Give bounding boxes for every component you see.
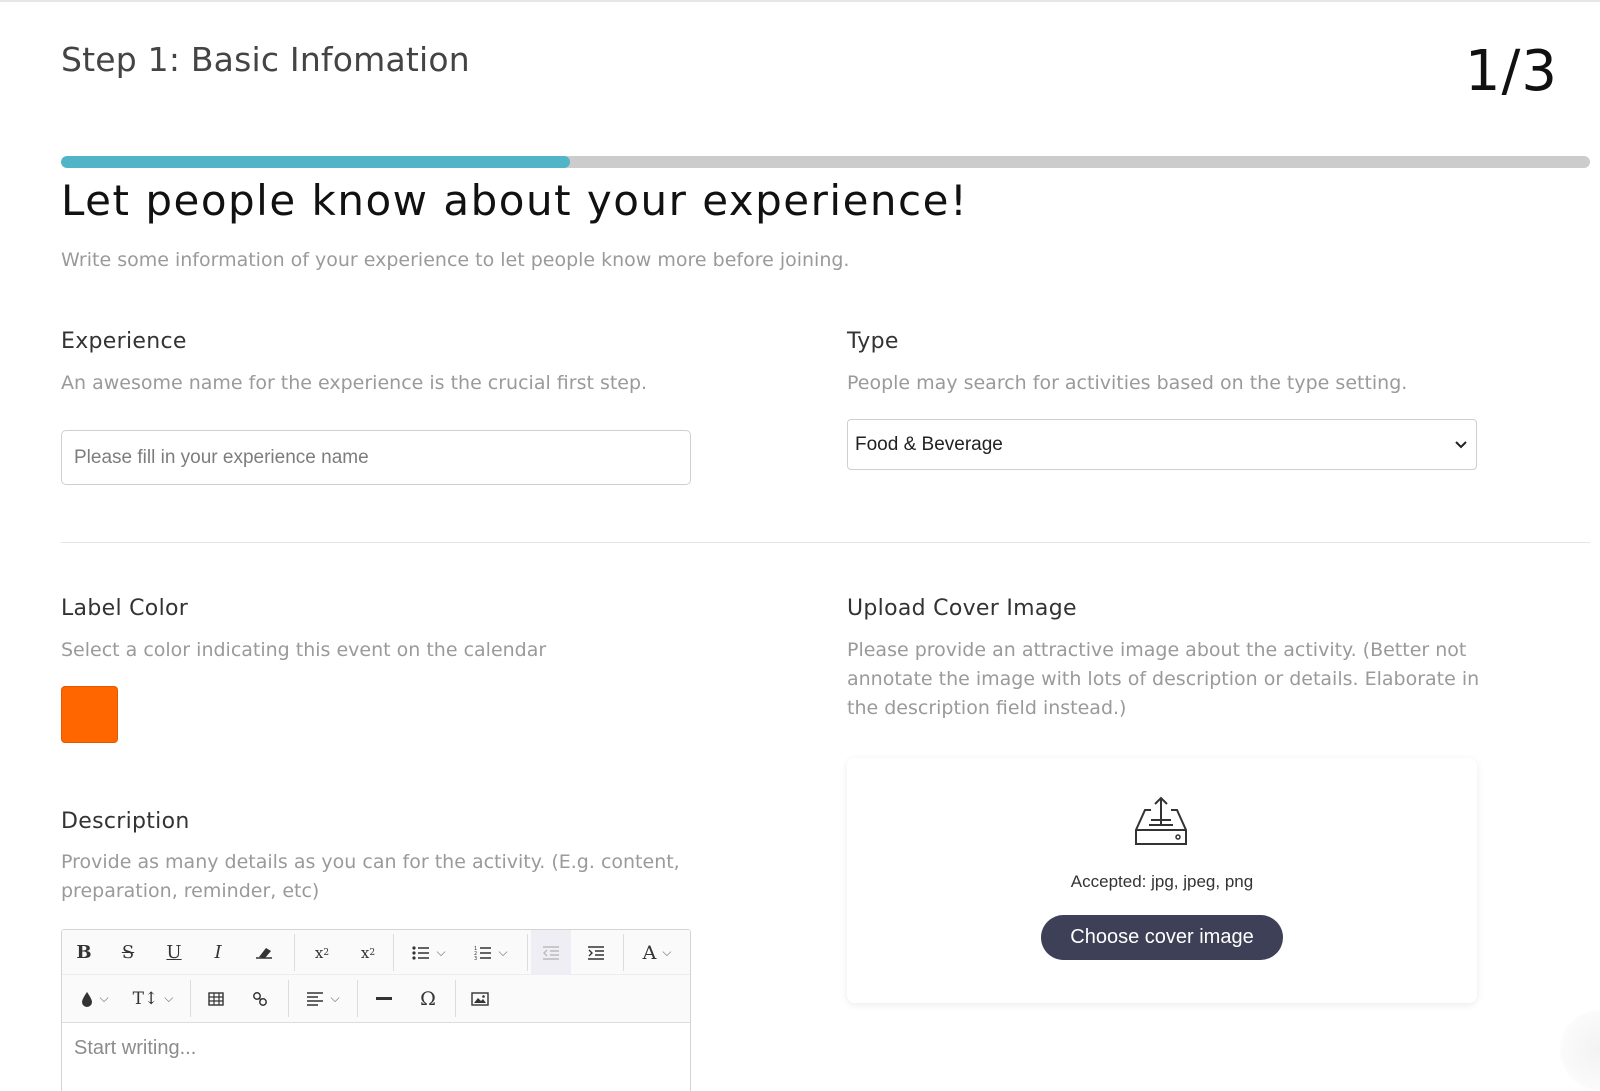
section-divider — [61, 542, 1590, 543]
type-hint: People may search for activities based o… — [847, 372, 1408, 394]
strikethrough-icon[interactable]: S — [114, 930, 142, 975]
step-counter: 1/3 — [1464, 39, 1558, 104]
table-icon[interactable] — [200, 976, 232, 1021]
bullet-list-icon[interactable]: ⌵ — [406, 930, 452, 975]
experience-hint: An awesome name for the experience is th… — [61, 372, 648, 394]
top-border — [0, 0, 1600, 2]
eraser-icon[interactable] — [248, 930, 280, 975]
experience-name-input[interactable] — [61, 430, 691, 485]
subscript-icon[interactable]: x2 — [352, 930, 384, 975]
step-title: Step 1: Basic Infomation — [61, 40, 470, 79]
page-subheading: Write some information of your experienc… — [61, 249, 850, 271]
choose-cover-image-button[interactable]: Choose cover image — [1041, 915, 1283, 960]
experience-label: Experience — [61, 329, 187, 354]
progress-fill — [61, 156, 571, 168]
font-color-icon[interactable]: A ⌵ — [632, 930, 682, 975]
description-editor: B S U I x2 x2 ⌵ 123 ⌵ A ⌵ ⌵ T↕ ⌵ ⌵ Ω Sta… — [61, 929, 691, 1091]
description-hint: Provide as many details as you can for t… — [61, 851, 680, 902]
fill-color-icon[interactable]: ⌵ — [72, 976, 118, 1021]
upload-cover-hint: Please provide an attractive image about… — [847, 639, 1480, 719]
outdent-icon[interactable] — [531, 930, 571, 975]
type-label: Type — [847, 329, 899, 354]
image-icon[interactable] — [464, 976, 496, 1021]
superscript-icon[interactable]: x2 — [306, 930, 338, 975]
chevron-down-icon — [1453, 437, 1469, 453]
label-color-hint: Select a color indicating this event on … — [61, 639, 547, 661]
italic-icon[interactable]: I — [204, 930, 232, 975]
corner-shadow — [1560, 1010, 1600, 1090]
label-color-label: Label Color — [61, 596, 189, 621]
accepted-formats: Accepted: jpg, jpeg, png — [1070, 872, 1254, 891]
label-color-swatch[interactable] — [61, 686, 118, 743]
bold-icon[interactable]: B — [70, 930, 98, 975]
font-size-icon[interactable]: T↕ ⌵ — [128, 976, 178, 1021]
editor-toolbar: B S U I x2 x2 ⌵ 123 ⌵ A ⌵ ⌵ T↕ ⌵ ⌵ Ω — [62, 930, 690, 1023]
svg-text:3: 3 — [474, 956, 477, 961]
align-icon[interactable]: ⌵ — [298, 976, 348, 1021]
description-label: Description — [61, 809, 190, 834]
upload-cover-label: Upload Cover Image — [847, 596, 1077, 621]
editor-content-area[interactable]: Start writing... — [62, 1023, 690, 1091]
page-heading: Let people know about your experience! — [61, 176, 969, 225]
horizontal-rule-icon[interactable] — [368, 976, 400, 1021]
type-select[interactable]: Food & Beverage — [847, 419, 1477, 470]
upload-dropzone[interactable]: Accepted: jpg, jpeg, png Choose cover im… — [847, 758, 1477, 1003]
upload-tray-icon — [1133, 794, 1189, 850]
special-char-icon[interactable]: Ω — [412, 976, 444, 1021]
numbered-list-icon[interactable]: 123 ⌵ — [468, 930, 514, 975]
type-select-value: Food & Beverage — [855, 433, 1003, 455]
link-icon[interactable] — [244, 976, 276, 1021]
indent-icon[interactable] — [576, 930, 616, 975]
progress-bar — [61, 156, 1590, 168]
editor-placeholder: Start writing... — [74, 1037, 197, 1059]
underline-icon[interactable]: U — [160, 930, 188, 975]
